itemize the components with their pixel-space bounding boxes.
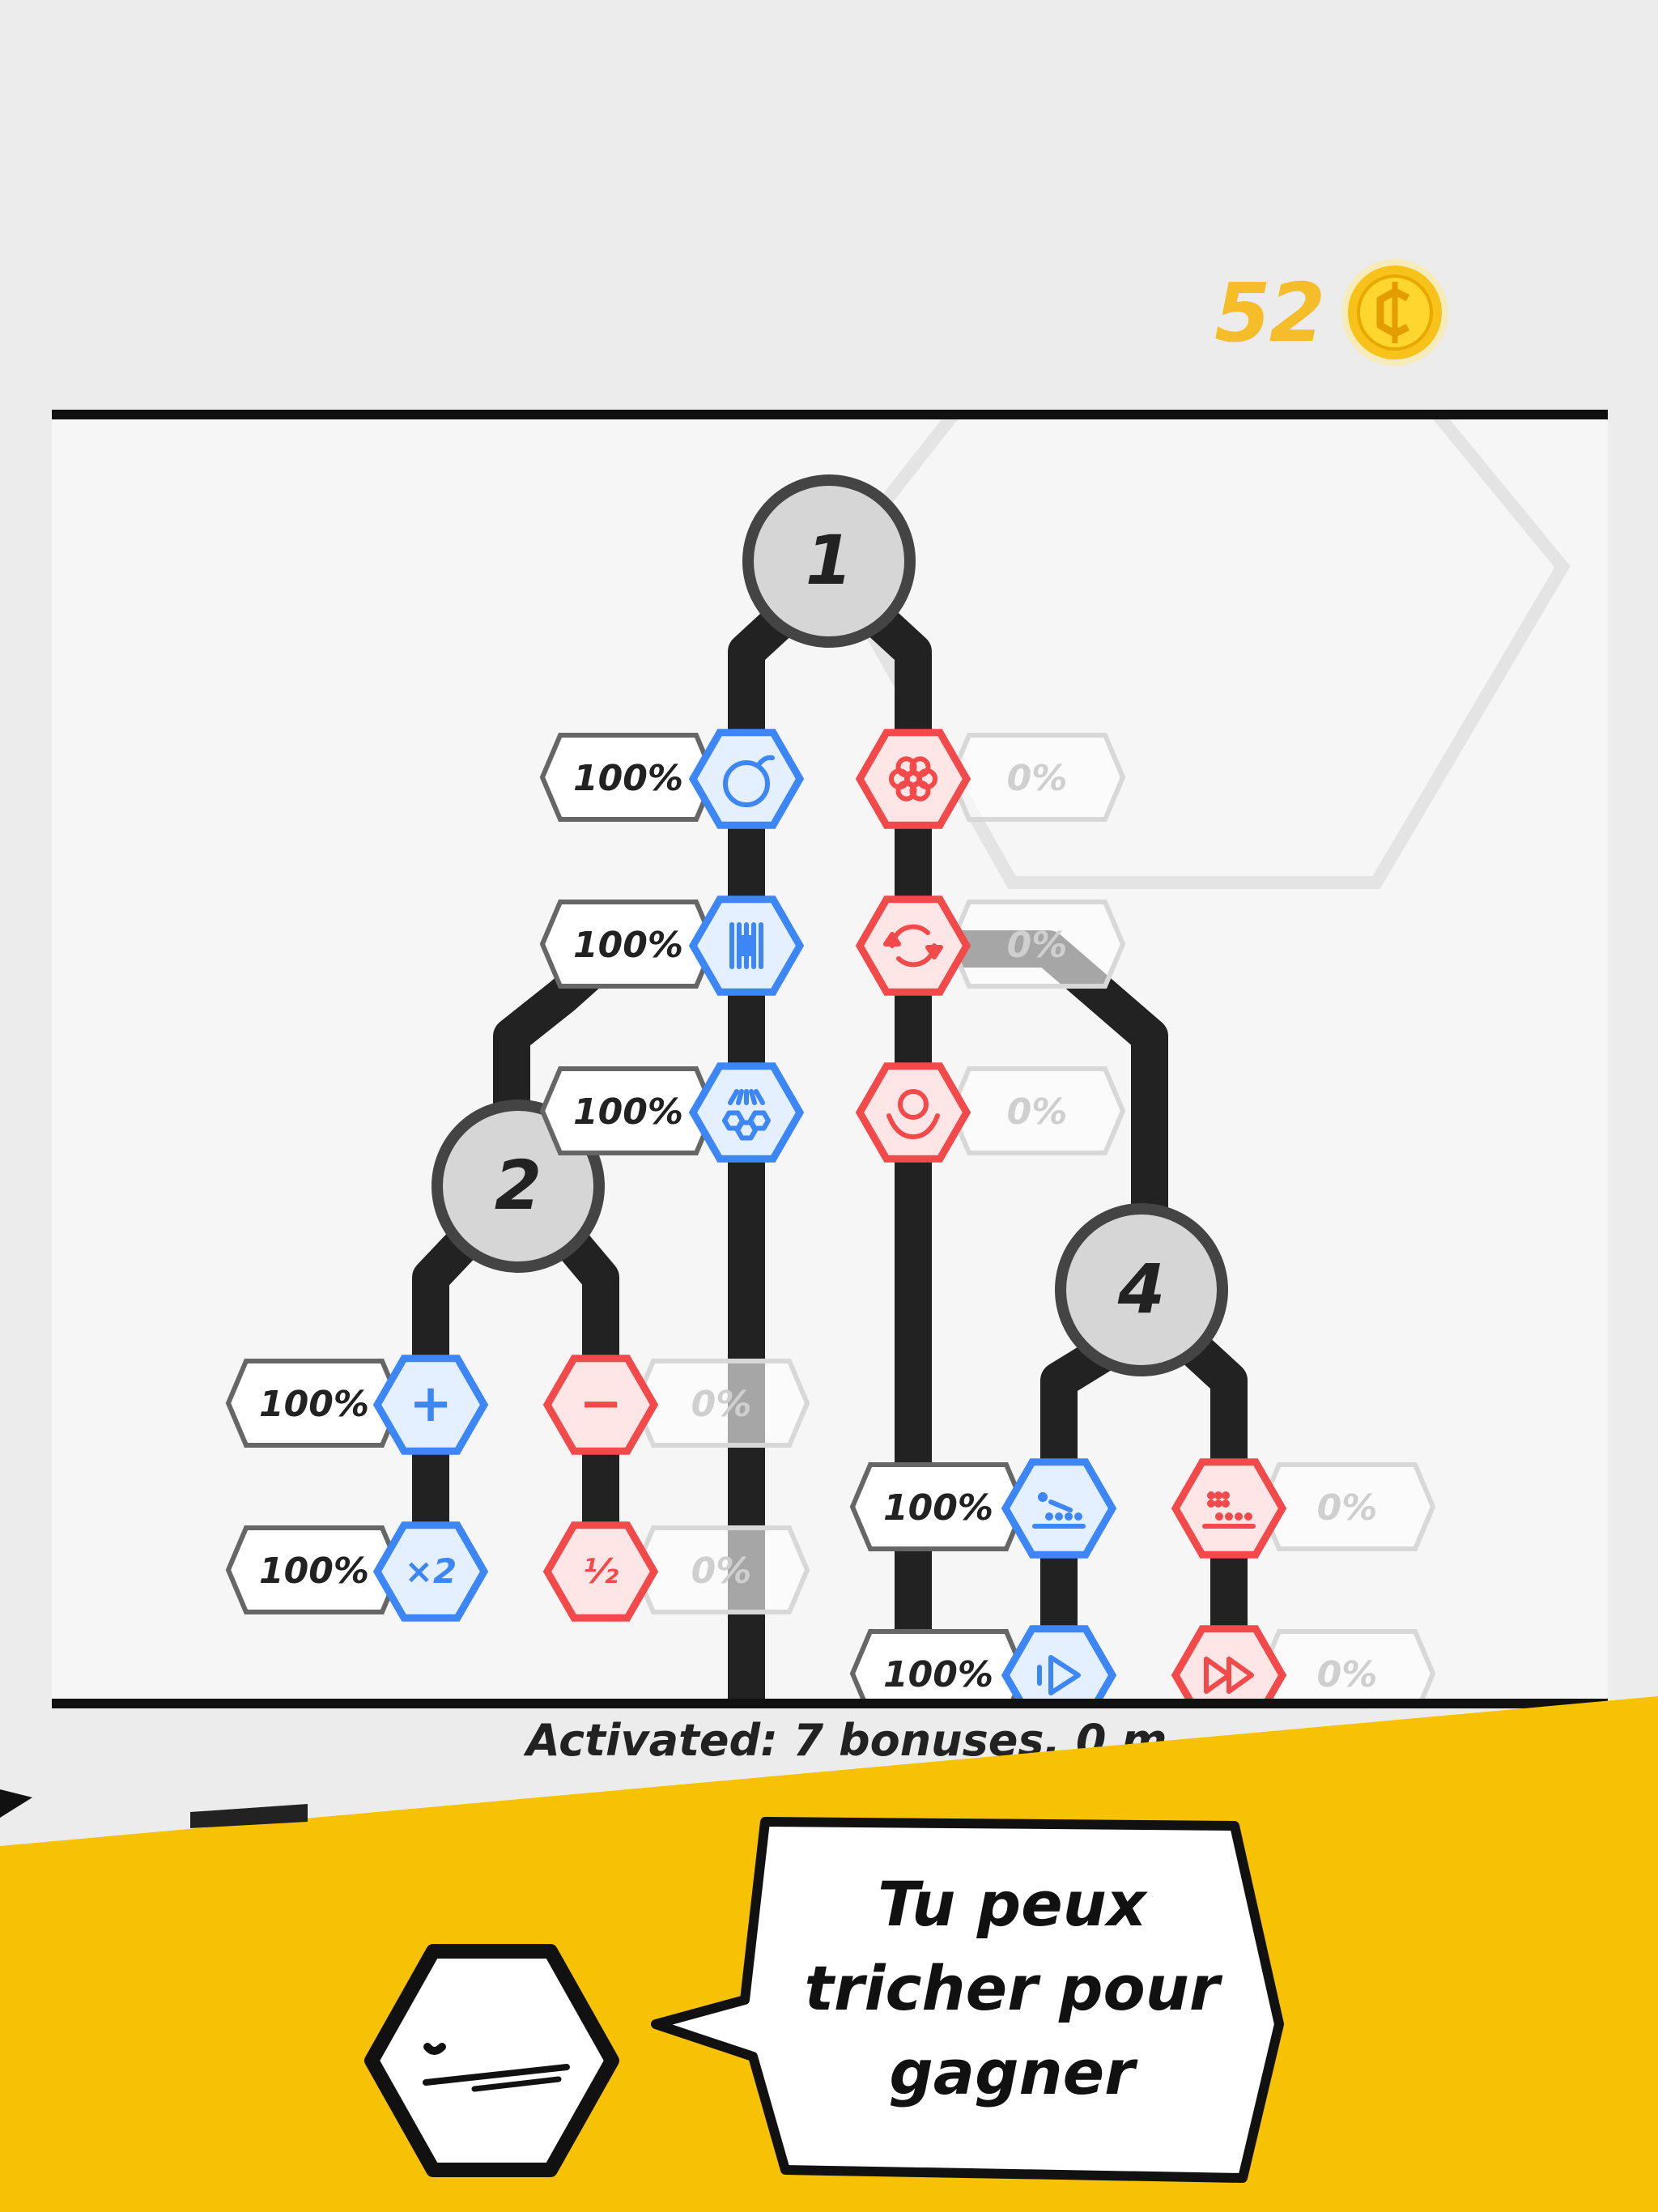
bonus-percent: 0% <box>1317 1654 1378 1695</box>
bonus-percent: 100% <box>883 1654 993 1695</box>
bonus-percent-tag: 0% <box>632 1525 810 1614</box>
bonus-minus[interactable]: 0% − <box>542 1355 810 1455</box>
svg-text:½: ½ <box>583 1551 619 1591</box>
bonus-percent: 100% <box>259 1551 369 1592</box>
bonus-hexagon[interactable] <box>688 729 805 829</box>
bonus-percent: 0% <box>1007 758 1068 799</box>
minus-icon: − <box>579 1374 623 1434</box>
bonus-percent-tag: 0% <box>948 900 1126 989</box>
half-icon: ½ <box>583 1551 619 1591</box>
svg-text:+: + <box>409 1374 453 1434</box>
bonus-percent: 0% <box>691 1384 752 1425</box>
bonus-hexagon[interactable] <box>855 729 971 829</box>
coin-counter: 52 <box>1214 257 1450 368</box>
node-4[interactable]: 4 <box>1055 1203 1228 1376</box>
bonus-bomb[interactable]: 100% <box>539 729 805 829</box>
bonus-hexagon[interactable] <box>855 895 971 996</box>
bonus-bubble[interactable]: 0% <box>855 1062 1126 1163</box>
bonus-hexagon[interactable] <box>1001 1458 1117 1559</box>
activation-status: Activated: 7 bonuses, 0 m <box>526 1715 1167 1766</box>
bonus-hexagon[interactable] <box>1171 1458 1287 1559</box>
bonus-percent: 0% <box>1007 925 1068 966</box>
bonus-burst[interactable]: 100% <box>539 1062 805 1163</box>
node-label: 4 <box>1117 1249 1165 1329</box>
bonus-percent: 100% <box>573 1091 683 1133</box>
bonus-percent: 0% <box>691 1551 752 1592</box>
bonus-percent-tag: 100% <box>539 733 717 822</box>
bonus-percent-tag: 100% <box>539 900 717 989</box>
bonus-percent-tag: 100% <box>849 1462 1027 1551</box>
bonus-percent: 0% <box>1007 1091 1068 1133</box>
bonus-many-balls[interactable]: 0% <box>1171 1458 1436 1559</box>
times-two-icon: ×2 <box>405 1551 457 1591</box>
bonus-hexagon[interactable] <box>688 1062 805 1163</box>
bonus-percent: 0% <box>1317 1487 1378 1529</box>
hexagon-face-icon <box>364 1944 619 2177</box>
coin-icon <box>1341 259 1449 366</box>
bonus-times-two[interactable]: 100% ×2 <box>225 1521 489 1622</box>
bonus-percent: 100% <box>883 1487 993 1529</box>
game-screen: 52 124 100% 100% 100% 0% 0% 0% 100% + 10… <box>0 0 1658 2212</box>
bonus-fast-forward[interactable]: 0% <box>1171 1625 1436 1699</box>
node-1[interactable]: 1 <box>742 474 916 648</box>
bonus-swap[interactable]: 0% <box>855 895 1126 996</box>
bonus-columns[interactable]: 100% <box>539 895 805 996</box>
coin-amount: 52 <box>1214 265 1325 360</box>
bonus-play[interactable]: 100% <box>849 1625 1117 1699</box>
speech-text: Tu peux tricher pour gagner <box>804 1868 1220 2108</box>
node-label: 2 <box>495 1146 542 1225</box>
skill-tree: 1 2 4 100% 100% 100% 0% 0% 0% 100% +100% ×2 0% − 0% ½ 1… <box>225 419 1571 1699</box>
bonus-percent-tag: 0% <box>948 1066 1126 1155</box>
bonus-plus[interactable]: 100% + <box>225 1355 489 1455</box>
bonus-percent-tag: 100% <box>539 1066 717 1155</box>
bonus-slow-balls[interactable]: 100% <box>849 1458 1117 1559</box>
skill-tree-panel: 1 2 4 100% 100% 100% 0% 0% 0% 100% +100% ×2 0% − 0% ½ 1… <box>52 410 1608 1708</box>
node-label: 1 <box>806 521 852 600</box>
bonus-percent: 100% <box>573 758 683 799</box>
bonus-percent-tag: 0% <box>948 733 1126 822</box>
bonus-percent: 100% <box>573 925 683 966</box>
bonus-flower[interactable]: 0% <box>855 729 1126 829</box>
bonus-hexagon[interactable] <box>855 1062 971 1163</box>
svg-text:−: − <box>579 1374 623 1434</box>
bonus-percent-tag: 0% <box>632 1359 810 1448</box>
bonus-percent: 100% <box>259 1384 369 1425</box>
bonus-half[interactable]: 0% ½ <box>542 1521 810 1622</box>
bonus-percent-tag: 0% <box>1258 1462 1436 1551</box>
bonus-percent-tag: 0% <box>1258 1629 1436 1699</box>
plus-icon: + <box>409 1374 453 1434</box>
svg-text:×2: ×2 <box>405 1551 457 1591</box>
bonus-percent-tag: 100% <box>849 1629 1027 1699</box>
